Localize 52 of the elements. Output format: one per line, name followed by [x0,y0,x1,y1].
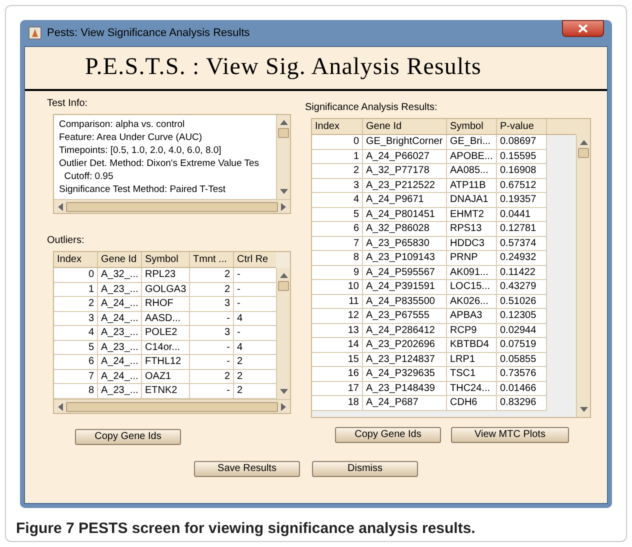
up-arrow-icon [280,119,288,125]
section-label: Outliers: [47,234,86,248]
right-arrow-icon [281,202,287,210]
table-cell: 18 [312,396,363,410]
vertical-scrollbar[interactable] [276,268,290,399]
horizontal-scrollbar[interactable] [54,199,290,213]
section-label: Significance Analysis Results: [305,101,438,115]
scroll-thumb[interactable] [578,148,589,158]
close-button[interactable] [562,20,604,37]
info-line: Feature: Area Under Curve (AUC) [59,131,204,144]
column-header[interactable]: Index [54,252,98,267]
left-arrow-icon [57,202,63,210]
column-header[interactable]: Gene Id [363,119,447,134]
up-arrow-icon [280,272,288,278]
push-button[interactable]: Copy Gene Ids [335,427,441,443]
info-line: Outlier Det. Method: Dixon's Extreme Value Tes [59,157,260,170]
scroll-thumb[interactable] [278,281,289,291]
vertical-scrollbar[interactable] [276,115,290,199]
column-header[interactable]: Gene Id [98,252,142,267]
push-button[interactable]: Save Results [194,461,300,477]
down-arrow-icon [280,389,288,395]
table-cell: CDH6 [447,396,497,410]
down-arrow-icon [280,189,288,195]
push-button[interactable]: Dismiss [312,461,418,477]
banner-title: P.E.S.T.S. : View Sig. Analysis Results [84,53,482,82]
scroll-thumb[interactable] [278,128,289,138]
vertical-scrollbar[interactable] [576,135,590,417]
close-icon [578,24,588,33]
info-line: Timepoints: [0.5, 1.0, 2.0, 4.0, 6.0, 8.0] [59,144,222,157]
column-header[interactable]: Symbol [142,252,190,267]
down-arrow-icon [580,407,588,413]
info-line: Cutoff: 0.95 [63,170,114,183]
push-button[interactable]: Copy Gene Ids [75,429,181,445]
scroll-thumb[interactable] [66,402,278,412]
column-header[interactable]: Ctrl Re [234,252,276,267]
column-header[interactable]: Tmnt ... [190,252,234,267]
push-button[interactable]: View MTC Plots [451,427,569,443]
section-label: Test Info: [47,97,89,111]
table-cell: A_24_P687 [363,396,447,410]
table-cell: 0.83296 [497,396,547,410]
horizontal-scrollbar[interactable] [54,399,290,413]
figure-caption: Figure 7 PESTS screen for viewing significance analysis results. [16,519,476,539]
column-header[interactable]: Index [312,119,363,134]
right-arrow-icon [281,402,287,410]
scroll-thumb[interactable] [66,202,278,212]
info-line: Comparison: alpha vs. control [59,118,186,131]
column-header[interactable]: Symbol [447,119,497,134]
app-icon [28,26,42,40]
info-line: Significance Test Method: Paired T-Test [59,183,227,196]
up-arrow-icon [580,139,588,145]
window-title: Pests: View Significance Analysis Results [47,26,250,41]
left-arrow-icon [57,402,63,410]
